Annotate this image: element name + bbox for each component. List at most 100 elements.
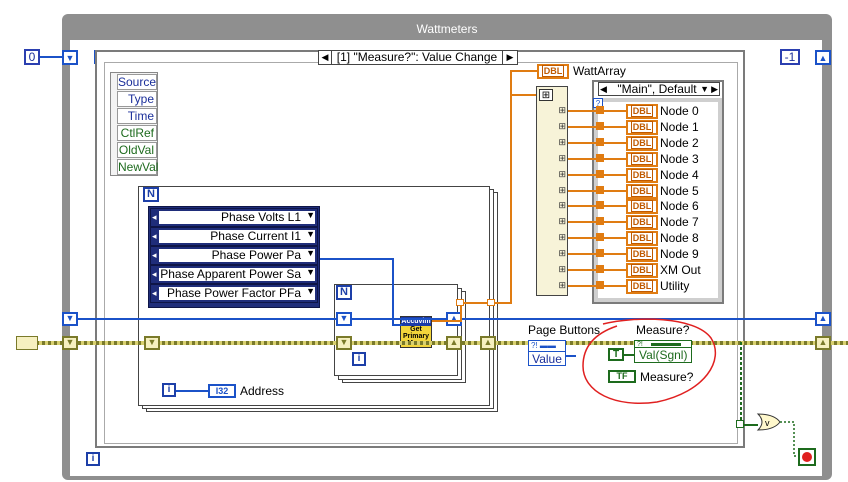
shift-register-right[interactable]: ▲ xyxy=(815,50,831,65)
watt-array-label: WattArray xyxy=(573,64,626,78)
node-indicator[interactable]: DBL xyxy=(626,247,658,262)
index-array-element: ⊞ xyxy=(558,137,566,147)
address-indicator[interactable]: I32 xyxy=(208,384,236,398)
chevron-down-icon[interactable]: ▼ xyxy=(306,229,315,239)
chevron-left-icon[interactable]: ◀ xyxy=(319,51,332,64)
property-phase-volts[interactable]: ◂ Phase Volts L1 ▼ xyxy=(150,208,318,227)
address-wire xyxy=(176,390,208,392)
node-indicator[interactable]: DBL xyxy=(626,152,658,167)
node-indicator[interactable]: DBL xyxy=(626,199,658,214)
node-indicator[interactable]: DBL xyxy=(626,231,658,246)
node-tunnel xyxy=(596,122,604,130)
node-label: Node 9 xyxy=(660,247,699,261)
node-indicator[interactable]: DBL xyxy=(626,104,658,119)
event-data-newval: NewVal xyxy=(117,159,159,175)
chevron-down-icon[interactable]: ▼ xyxy=(306,286,315,296)
node-indicator-type: DBL xyxy=(630,185,654,197)
inner-loop-count-terminal[interactable]: N xyxy=(336,285,352,300)
event-data-oldval: OldVal xyxy=(117,142,157,158)
chevron-down-icon[interactable]: ▼ xyxy=(700,83,709,95)
index-array-element: ⊞ xyxy=(558,216,566,226)
error-shift-register-inner[interactable]: ▼ xyxy=(336,336,352,350)
property-to-subvi-wire-vertical xyxy=(392,258,394,326)
node-indicator-type: DBL xyxy=(630,121,654,133)
node-label: Node 5 xyxy=(660,184,699,198)
node-tunnel xyxy=(596,106,604,114)
error-cluster-constant[interactable] xyxy=(16,336,38,350)
node-indicator[interactable]: DBL xyxy=(626,120,658,135)
error-shift-register-inner-right[interactable]: ▲ xyxy=(446,336,462,350)
array-wire-to-indicator xyxy=(510,70,538,72)
event-data-ctlref: CtlRef xyxy=(117,125,157,141)
node-indicator[interactable]: DBL xyxy=(626,279,658,294)
node-tunnel xyxy=(596,249,604,257)
subvi-line-3: Primary xyxy=(402,333,430,340)
node-indicator-type: DBL xyxy=(630,232,654,244)
while-loop-title: Wattmeters xyxy=(416,22,478,36)
node-label: Node 7 xyxy=(660,215,699,229)
error-tunnel-left[interactable]: ▼ xyxy=(62,336,78,350)
arrow-icon: ◂ xyxy=(152,288,157,298)
node-tunnel xyxy=(596,154,604,162)
subvi-line-2: Get xyxy=(410,326,422,333)
cluster-case-selector[interactable]: ◀ "Main", Default ▼ ▶ xyxy=(598,82,720,96)
subvi-output-wire xyxy=(432,320,462,322)
refnum-shift-register-inner[interactable]: ▼ xyxy=(336,312,352,326)
node-indicator-type: DBL xyxy=(630,216,654,228)
refnum-tunnel-left[interactable]: ▼ xyxy=(62,312,78,326)
error-shift-register-outer-right[interactable]: ▲ xyxy=(480,336,496,350)
chevron-down-icon[interactable]: ▼ xyxy=(306,267,315,277)
shift-register-init-constant[interactable]: 0 xyxy=(24,49,40,65)
chevron-right-icon[interactable]: ▶ xyxy=(711,83,718,95)
node-indicator[interactable]: DBL xyxy=(626,136,658,151)
page-buttons-value: Value xyxy=(532,352,562,366)
cluster-case-label: "Main", Default xyxy=(617,82,697,96)
node-indicator[interactable]: DBL xyxy=(626,215,658,230)
address-label: Address xyxy=(240,384,285,398)
or-gate-icon[interactable]: v xyxy=(756,412,782,432)
chevron-right-icon[interactable]: ▶ xyxy=(502,51,517,64)
node-indicator-type: DBL xyxy=(630,105,654,117)
page-buttons-event-node[interactable]: ?! ▬▬ Value xyxy=(528,340,566,366)
error-shift-register-outer[interactable]: ▼ xyxy=(144,336,160,350)
shift-register-left[interactable]: ▼ xyxy=(62,50,78,65)
chevron-left-icon[interactable]: ◀ xyxy=(600,83,607,95)
index-array-element: ⊞ xyxy=(558,121,566,131)
chevron-down-icon[interactable]: ▼ xyxy=(306,210,315,220)
stop-condition-terminal[interactable] xyxy=(798,448,816,466)
node-tunnel xyxy=(596,281,604,289)
node-indicator[interactable]: DBL xyxy=(626,168,658,183)
chevron-down-icon[interactable]: ▼ xyxy=(306,248,315,258)
arrow-icon: ◂ xyxy=(152,250,157,260)
outer-loop-count-terminal[interactable]: N xyxy=(143,187,159,202)
refnum-shift-register-right[interactable]: ▲ xyxy=(815,312,831,326)
node-label: Node 3 xyxy=(660,152,699,166)
index-array-element: ⊞ xyxy=(558,232,566,242)
property-phase-apparent-power[interactable]: ◂ Phase Apparent Power Sa ▼ xyxy=(150,265,318,284)
property-phase-power[interactable]: ◂ Phase Power Pa ▼ xyxy=(150,246,318,265)
node-indicator-type: DBL xyxy=(630,200,654,212)
index-array-element: ⊞ xyxy=(558,153,566,163)
init-wire xyxy=(40,56,64,58)
node-indicator[interactable]: DBL xyxy=(626,184,658,199)
shift-register-output-constant[interactable]: -1 xyxy=(780,49,800,65)
event-case-label: [1] "Measure?": Value Change xyxy=(336,50,498,64)
property-phase-power-factor[interactable]: ◂ Phase Power Factor PFa ▼ xyxy=(150,284,318,303)
event-data-time: Time xyxy=(117,108,157,124)
property-to-subvi-wire-end xyxy=(392,324,402,326)
index-array-element: ⊞ xyxy=(558,185,566,195)
node-tunnel xyxy=(596,233,604,241)
event-case-selector[interactable]: ◀ [1] "Measure?": Value Change ▶ xyxy=(318,50,518,65)
node-indicator[interactable]: DBL xyxy=(626,263,658,278)
index-array-element: ⊞ xyxy=(558,264,566,274)
event-data-node[interactable]: Source Type Time CtlRef OldVal NewVal xyxy=(110,72,158,176)
error-shift-register-right[interactable]: ▲ xyxy=(815,336,831,350)
index-array-element: ⊞ xyxy=(558,105,566,115)
inner-loop-iteration-terminal: i xyxy=(352,352,366,366)
node-indicator-type: DBL xyxy=(630,153,654,165)
node-label: Node 0 xyxy=(660,104,699,118)
property-phase-current[interactable]: ◂ Phase Current I1 ▼ xyxy=(150,227,318,246)
watt-array-indicator[interactable]: DBL xyxy=(537,64,569,79)
arrow-icon: ◂ xyxy=(152,231,157,241)
node-indicator-type: DBL xyxy=(630,137,654,149)
